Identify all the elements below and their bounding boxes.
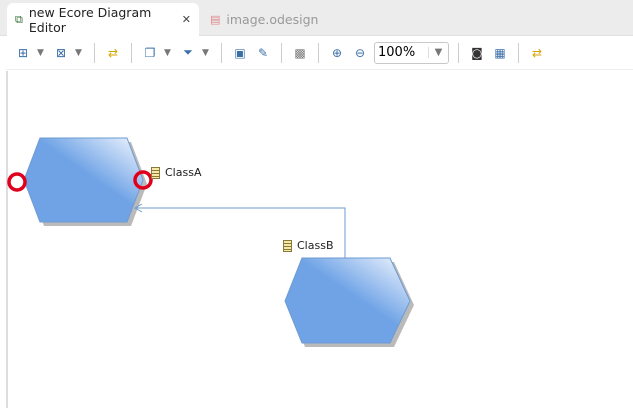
class-b-name: ClassB [297, 239, 334, 252]
highlight-circle-left [7, 172, 27, 192]
eclass-icon [283, 239, 292, 252]
class-b-label[interactable]: ClassB [283, 239, 334, 252]
class-b-node[interactable] [284, 257, 411, 344]
class-a-label[interactable]: ClassA [151, 166, 201, 179]
diagram-drawing [7, 137, 414, 347]
class-a-name: ClassA [165, 166, 202, 179]
class-a-node[interactable] [23, 137, 144, 223]
eclass-icon [151, 166, 160, 179]
